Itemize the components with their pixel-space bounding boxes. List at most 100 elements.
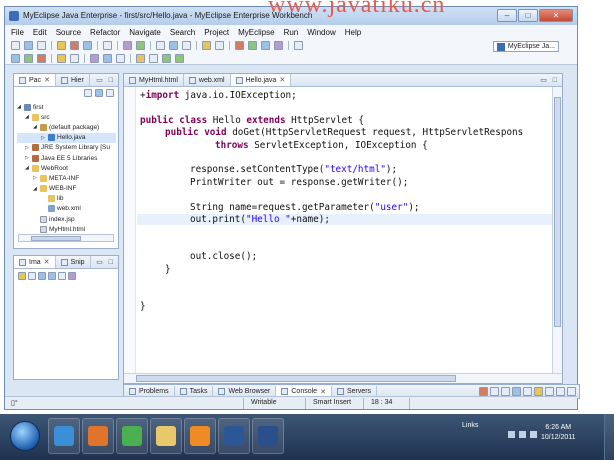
menu-search[interactable]: Search <box>170 28 195 37</box>
expand-arrow-icon[interactable]: ▷ <box>25 145 30 151</box>
minimize-panel-icon[interactable] <box>556 387 565 396</box>
tab-hello-java[interactable]: Hello.java ✕ <box>230 74 292 86</box>
show-desktop-button[interactable] <box>604 414 614 460</box>
open-folder-icon[interactable] <box>57 53 66 63</box>
code-line[interactable]: String name=request.getParameter("user")… <box>140 202 420 213</box>
menu-edit[interactable]: Edit <box>33 28 47 37</box>
open-perspective-icon[interactable] <box>294 41 303 50</box>
new-web-project-icon[interactable] <box>57 41 66 50</box>
code-area[interactable]: +import java.io.IOException; public class… <box>124 87 552 373</box>
expand-arrow-icon[interactable]: ◢ <box>25 165 30 171</box>
link-with-editor-icon[interactable] <box>95 89 103 97</box>
image-open-icon[interactable] <box>18 272 26 280</box>
menu-myeclipse[interactable]: MyEclipse <box>238 28 274 37</box>
tree-item[interactable]: ▷ Hello.java <box>17 132 116 143</box>
expand-arrow-icon[interactable]: ◢ <box>17 104 22 110</box>
menu-refactor[interactable]: Refactor <box>90 28 120 37</box>
close-tab-icon[interactable]: ✕ <box>44 258 50 266</box>
menu-navigate[interactable]: Navigate <box>129 28 161 37</box>
close-window-button[interactable]: ✕ <box>539 9 573 22</box>
search-icon[interactable] <box>169 41 178 50</box>
menu-source[interactable]: Source <box>56 28 81 37</box>
toggle-mark-icon[interactable] <box>90 53 99 63</box>
menu-run[interactable]: Run <box>284 28 299 37</box>
display-console-icon[interactable] <box>534 387 543 396</box>
code-line[interactable]: PrintWriter out = response.getWriter(); <box>140 177 408 188</box>
code-line[interactable]: response.setContentType("text/html"); <box>140 164 397 175</box>
new-icon[interactable] <box>11 41 20 50</box>
status-fast-view-icon[interactable]: ▯° <box>11 399 18 407</box>
view-menu-icon[interactable] <box>106 89 114 97</box>
expand-arrow-icon[interactable]: ◢ <box>33 186 38 192</box>
taskbar-media-player-button[interactable] <box>184 418 216 454</box>
code-line[interactable]: public void doGet(HttpServletRequest req… <box>140 127 523 138</box>
open-type-icon[interactable] <box>156 41 165 50</box>
menu-file[interactable]: File <box>11 28 24 37</box>
print-icon[interactable] <box>37 41 46 50</box>
tab-myhtml-html[interactable]: MyHtml.html <box>124 74 184 86</box>
run-icon[interactable] <box>248 41 257 50</box>
previous-annotation-icon[interactable] <box>149 53 158 63</box>
show-whitespace-icon[interactable] <box>116 53 125 63</box>
tree-item[interactable]: ◢ first <box>17 102 116 112</box>
deploy-icon[interactable] <box>70 41 79 50</box>
rotate-icon[interactable] <box>68 272 76 280</box>
panel-min-max-controls[interactable]: ▭ □ <box>540 76 562 84</box>
code-line[interactable]: throws ServletException, IOException { <box>140 140 428 151</box>
next-annotation-icon[interactable] <box>136 53 145 63</box>
new-java-project-icon[interactable] <box>11 53 20 63</box>
network-icon[interactable] <box>519 431 526 438</box>
links-toolbar-label[interactable]: Links <box>462 422 478 429</box>
package-explorer-scrollbar[interactable] <box>18 234 114 242</box>
toggle-block-icon[interactable] <box>103 53 112 63</box>
editor-horizontal-scrollbar[interactable] <box>124 373 562 383</box>
new-class-icon[interactable] <box>123 41 132 50</box>
expand-arrow-icon[interactable]: ▷ <box>25 155 30 161</box>
tree-item[interactable]: ▷ JRE System Library [Su <box>17 143 116 153</box>
browser-icon[interactable] <box>103 41 112 50</box>
minimize-button[interactable]: – <box>497 9 517 22</box>
menu-project[interactable]: Project <box>204 28 229 37</box>
tree-item[interactable]: MyHtml.html <box>17 224 116 234</box>
remove-launch-icon[interactable] <box>490 387 499 396</box>
forward-icon[interactable] <box>175 53 184 63</box>
volume-icon[interactable] <box>530 431 537 438</box>
taskbar-internet-explorer-button[interactable] <box>48 418 80 454</box>
external-tools-icon[interactable] <box>261 41 270 50</box>
flag-icon[interactable] <box>508 431 515 438</box>
new-package-icon[interactable] <box>136 41 145 50</box>
menu-help[interactable]: Help <box>345 28 361 37</box>
close-tab-icon[interactable]: ✕ <box>44 76 50 84</box>
zoom-out-icon[interactable] <box>48 272 56 280</box>
taskbar-chrome-button[interactable] <box>116 418 148 454</box>
save-icon[interactable] <box>24 41 33 50</box>
expand-arrow-icon[interactable]: ◢ <box>33 124 38 130</box>
scroll-lock-icon[interactable] <box>512 387 521 396</box>
tree-item[interactable]: ▷ META-INF <box>17 173 116 183</box>
close-tab-icon[interactable]: ✕ <box>320 388 326 396</box>
terminate-icon[interactable] <box>479 387 488 396</box>
debug-icon[interactable] <box>235 41 244 50</box>
actual-size-icon[interactable] <box>58 272 66 280</box>
collapse-all-icon[interactable] <box>84 89 92 97</box>
tree-item[interactable]: ◢ WebRoot <box>17 163 116 173</box>
taskbar-clock[interactable]: 6:26 AM 10/12/2011 <box>541 423 576 443</box>
close-tab-icon[interactable]: ✕ <box>279 76 285 84</box>
tree-item[interactable]: ◢ WEB-INF <box>17 184 116 194</box>
tree-item[interactable]: index.jsp <box>17 214 116 224</box>
code-line[interactable]: } <box>140 264 171 275</box>
code-line[interactable]: out.close(); <box>140 251 257 262</box>
fit-image-icon[interactable] <box>28 272 36 280</box>
code-line[interactable]: } <box>140 301 146 312</box>
server-icon[interactable] <box>83 41 92 50</box>
zoom-in-icon[interactable] <box>38 272 46 280</box>
tree-item[interactable]: ◢ (default package) <box>17 122 116 132</box>
new-java-package-icon[interactable] <box>24 53 33 63</box>
taskbar-word-button[interactable] <box>218 418 250 454</box>
expand-arrow-icon[interactable]: ◢ <box>25 114 30 120</box>
tab-hierarchy[interactable]: Hier <box>56 74 90 86</box>
code-line[interactable]: out.print("Hello "+name); <box>137 214 552 225</box>
open-console-icon[interactable] <box>545 387 554 396</box>
perspective-switcher[interactable]: MyEclipse Ja... <box>492 41 559 52</box>
panel-min-max-controls[interactable]: ▭ □ <box>96 76 118 84</box>
